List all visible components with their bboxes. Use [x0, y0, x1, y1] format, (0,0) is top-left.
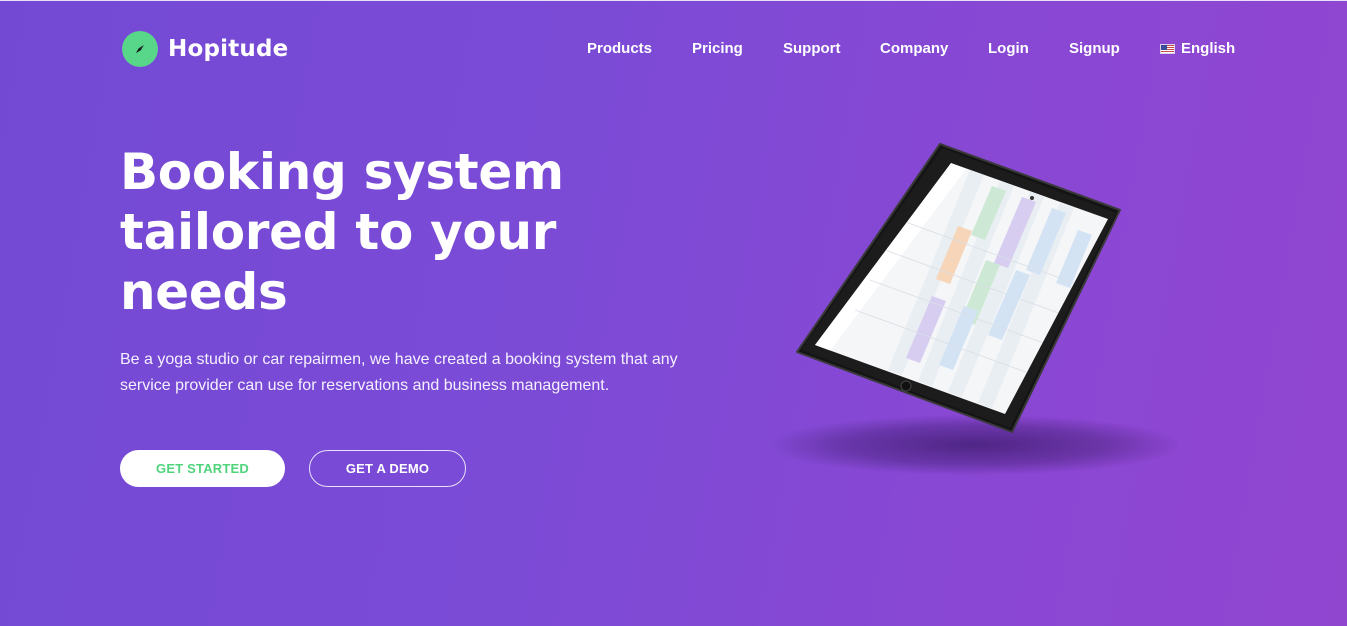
nav-pricing[interactable]: Pricing: [692, 40, 743, 57]
main-nav: Products Pricing Support Company Login S…: [0, 40, 1347, 60]
hero-title: Booking system tailored to your needs: [120, 143, 564, 321]
nav-signup[interactable]: Signup: [1069, 40, 1120, 57]
nav-support[interactable]: Support: [783, 40, 841, 57]
get-demo-button[interactable]: GET A DEMO: [309, 450, 466, 487]
us-flag-icon: [1160, 43, 1175, 54]
tablet-illustration: [770, 120, 1190, 500]
hero-subtitle: Be a yoga studio or car repairmen, we ha…: [120, 351, 678, 394]
tablet-device: [796, 143, 1121, 433]
nav-login[interactable]: Login: [988, 40, 1029, 57]
nav-company[interactable]: Company: [880, 40, 948, 57]
get-started-button[interactable]: GET STARTED: [120, 450, 285, 487]
language-label: English: [1181, 40, 1236, 57]
top-border: [0, 0, 1347, 1]
nav-products[interactable]: Products: [587, 40, 652, 57]
language-selector[interactable]: English: [1160, 40, 1235, 57]
